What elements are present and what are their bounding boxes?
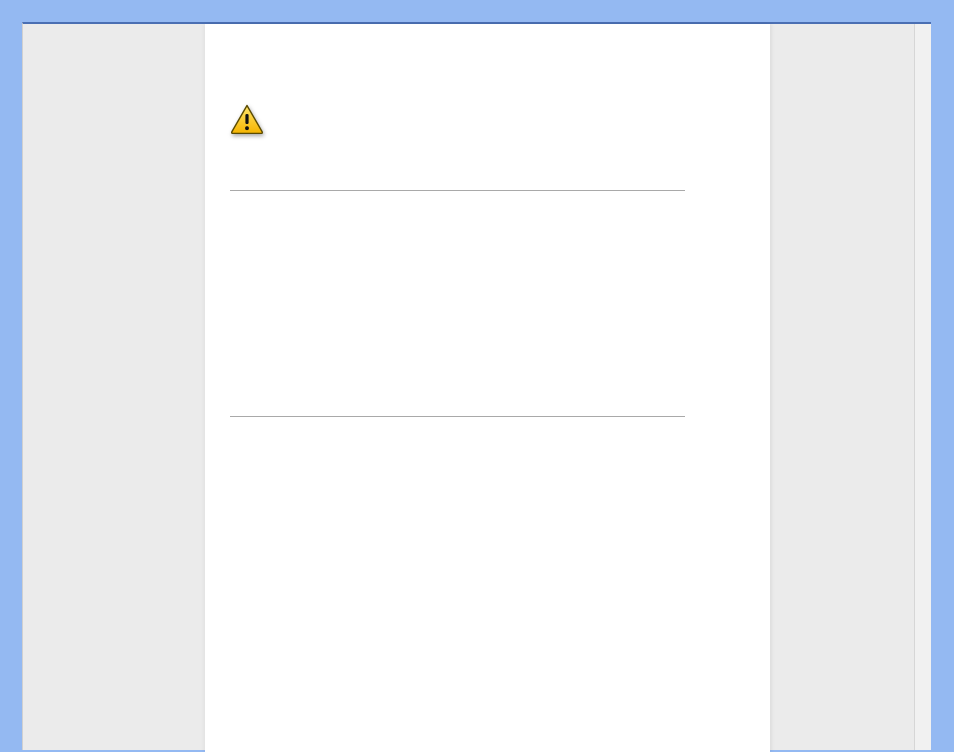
- divider: [230, 190, 685, 191]
- page-content: [205, 24, 770, 417]
- vertical-scrollbar[interactable]: [914, 24, 931, 750]
- document-canvas: [22, 22, 931, 750]
- document-page: [205, 24, 770, 752]
- warning-icon: [230, 104, 264, 134]
- divider: [230, 416, 685, 417]
